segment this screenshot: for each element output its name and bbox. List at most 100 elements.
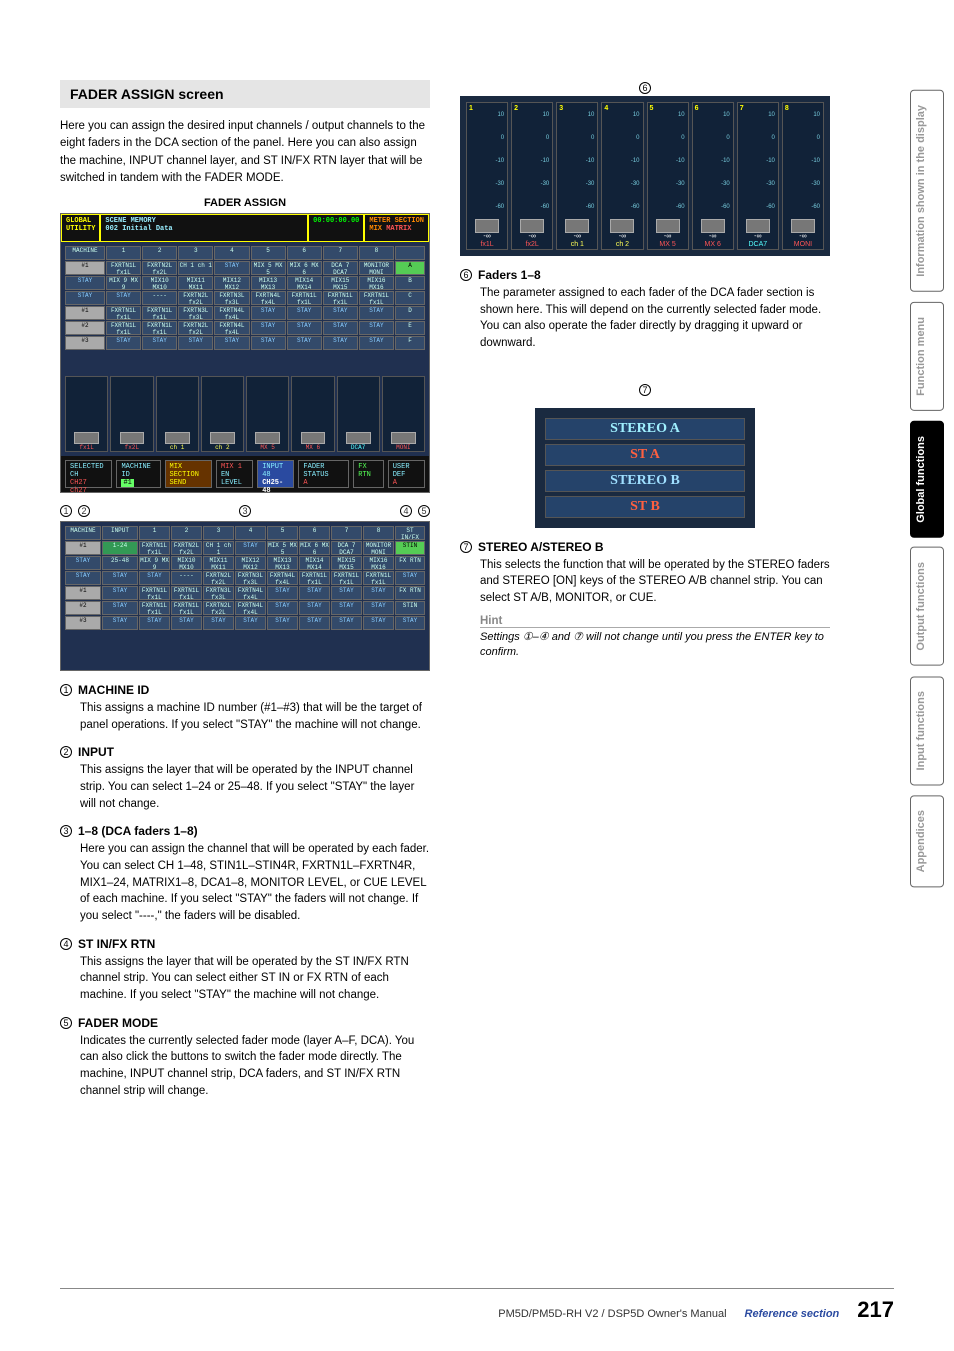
small-fader-7[interactable]: DCA7 [337, 376, 380, 452]
fader-knob[interactable] [210, 432, 235, 444]
row0-c5[interactable]: MIX 6 MX 6 [287, 261, 322, 275]
row3-c6[interactable]: STAY [323, 306, 358, 320]
tab-appendices[interactable]: Appendices [910, 795, 944, 887]
small-fader-5[interactable]: MX 5 [246, 376, 289, 452]
row4-c4[interactable]: STAY [251, 321, 286, 335]
row1-mode[interactable]: B [395, 276, 425, 290]
fader-knob[interactable] [74, 432, 99, 444]
big-fader-6[interactable]: 6100-10-30-60-∞MX 6 [692, 102, 734, 250]
tab-global-functions[interactable]: Global functions [910, 421, 944, 538]
small-fader-6[interactable]: MX 6 [291, 376, 334, 452]
row0-c2[interactable]: CH 1 ch 1 [178, 261, 213, 275]
row4-c5[interactable]: STAY [287, 321, 322, 335]
row3-c3[interactable]: FXRTN4L fx4L [214, 306, 249, 320]
row5-c1[interactable]: STAY [142, 336, 177, 350]
row5-c4[interactable]: STAY [251, 336, 286, 350]
row1-c2[interactable]: MIX11 MX11 [178, 276, 213, 290]
row2-c5[interactable]: FXRTN1L fx1L [287, 291, 322, 305]
row4-machine[interactable]: #2 [65, 321, 105, 335]
tab-input-functions[interactable]: Input functions [910, 676, 944, 785]
big-fader-8[interactable]: 8100-10-30-60-∞MONI [782, 102, 824, 250]
row5-c6[interactable]: STAY [323, 336, 358, 350]
fader-knob[interactable] [475, 219, 499, 233]
row2-c6[interactable]: FXRTN1L fx1L [323, 291, 358, 305]
big-fader-5[interactable]: 5100-10-30-60-∞MX 5 [647, 102, 689, 250]
fader-knob[interactable] [610, 219, 634, 233]
tab-output-functions[interactable]: Output functions [910, 547, 944, 666]
row1-c6[interactable]: MIX15 MX15 [323, 276, 358, 290]
fader-knob[interactable] [120, 432, 145, 444]
row3-c1[interactable]: FXRTN1L fx1L [142, 306, 177, 320]
row3-c0[interactable]: FXRTN1L fx1L [106, 306, 141, 320]
row5-c0[interactable]: STAY [106, 336, 141, 350]
fader-knob[interactable] [791, 219, 815, 233]
row0-mode[interactable]: A [395, 261, 425, 275]
row5-c2[interactable]: STAY [178, 336, 213, 350]
row1-c0[interactable]: MIX 9 MX 9 [106, 276, 141, 290]
small-fader-8[interactable]: MONI [382, 376, 425, 452]
row4-c0[interactable]: FXRTN1L fx1L [106, 321, 141, 335]
row1-c1[interactable]: MIX10 MX10 [142, 276, 177, 290]
row2-mode[interactable]: C [395, 291, 425, 305]
fader-knob[interactable] [165, 432, 190, 444]
fader-knob[interactable] [746, 219, 770, 233]
small-fader-3[interactable]: ch 1 [156, 376, 199, 452]
small-fader-2[interactable]: fx2L [110, 376, 153, 452]
small-fader-4[interactable]: ch 2 [201, 376, 244, 452]
row3-c4[interactable]: STAY [251, 306, 286, 320]
fader-knob[interactable] [346, 432, 371, 444]
row1-c5[interactable]: MIX14 MX14 [287, 276, 322, 290]
row2-c4[interactable]: FXRTN4L fx4L [251, 291, 286, 305]
small-fader-1[interactable]: fx1L [65, 376, 108, 452]
big-fader-3[interactable]: 3100-10-30-60-∞ch 1 [556, 102, 598, 250]
row1-c3[interactable]: MIX12 MX12 [214, 276, 249, 290]
fader-knob[interactable] [391, 432, 416, 444]
fader-knob[interactable] [255, 432, 280, 444]
row5-c5[interactable]: STAY [287, 336, 322, 350]
row0-machine[interactable]: #1 [65, 261, 105, 275]
fader-knob[interactable] [565, 219, 589, 233]
row2-c7[interactable]: FXRTN1L fx1L [359, 291, 394, 305]
row0-c4[interactable]: MIX 5 MX 5 [251, 261, 286, 275]
row0-c3[interactable]: STAY [214, 261, 249, 275]
tab-function-menu[interactable]: Function menu [910, 302, 944, 411]
row4-c6[interactable]: STAY [323, 321, 358, 335]
fader-knob[interactable] [301, 432, 326, 444]
row5-c3[interactable]: STAY [214, 336, 249, 350]
row4-c2[interactable]: FXRTN2L fx2L [178, 321, 213, 335]
stereo-a-button[interactable]: STEREO A [545, 418, 745, 440]
row0-c7[interactable]: MONITOR MONI [359, 261, 394, 275]
row3-mode[interactable]: D [395, 306, 425, 320]
row5-machine[interactable]: #3 [65, 336, 105, 350]
row3-machine[interactable]: #1 [65, 306, 105, 320]
row0-c0[interactable]: FXRTN1L fx1L [106, 261, 141, 275]
tab-info[interactable]: Information shown in the display [910, 90, 944, 292]
row4-c3[interactable]: FXRTN4L fx4L [214, 321, 249, 335]
row4-c7[interactable]: STAY [359, 321, 394, 335]
row3-c7[interactable]: STAY [359, 306, 394, 320]
row5-c7[interactable]: STAY [359, 336, 394, 350]
row2-c1[interactable]: ---- [142, 291, 177, 305]
row1-c7[interactable]: MIX16 MX16 [359, 276, 394, 290]
stereo-a-sel[interactable]: ST A [545, 444, 745, 466]
fader-knob[interactable] [701, 219, 725, 233]
row4-c1[interactable]: FXRTN1L fx1L [142, 321, 177, 335]
stereo-b-button[interactable]: STEREO B [545, 470, 745, 492]
row3-c5[interactable]: STAY [287, 306, 322, 320]
big-fader-1[interactable]: 1100-10-30-60-∞fx1L [466, 102, 508, 250]
row0-c6[interactable]: DCA 7 DCA7 [323, 261, 358, 275]
row2-machine[interactable]: STAY [65, 291, 105, 305]
row2-c0[interactable]: STAY [106, 291, 141, 305]
big-fader-4[interactable]: 4100-10-30-60-∞ch 2 [601, 102, 643, 250]
row3-c2[interactable]: FXRTN3L fx3L [178, 306, 213, 320]
big-fader-2[interactable]: 2100-10-30-60-∞fx2L [511, 102, 553, 250]
row2-c2[interactable]: FXRTN2L fx2L [178, 291, 213, 305]
row1-machine[interactable]: STAY [65, 276, 105, 290]
row1-c4[interactable]: MIX13 MX13 [251, 276, 286, 290]
row2-c3[interactable]: FXRTN3L fx3L [214, 291, 249, 305]
fader-knob[interactable] [656, 219, 680, 233]
big-fader-7[interactable]: 7100-10-30-60-∞DCA7 [737, 102, 779, 250]
fader-knob[interactable] [520, 219, 544, 233]
row4-mode[interactable]: E [395, 321, 425, 335]
row0-c1[interactable]: FXRTN2L fx2L [142, 261, 177, 275]
